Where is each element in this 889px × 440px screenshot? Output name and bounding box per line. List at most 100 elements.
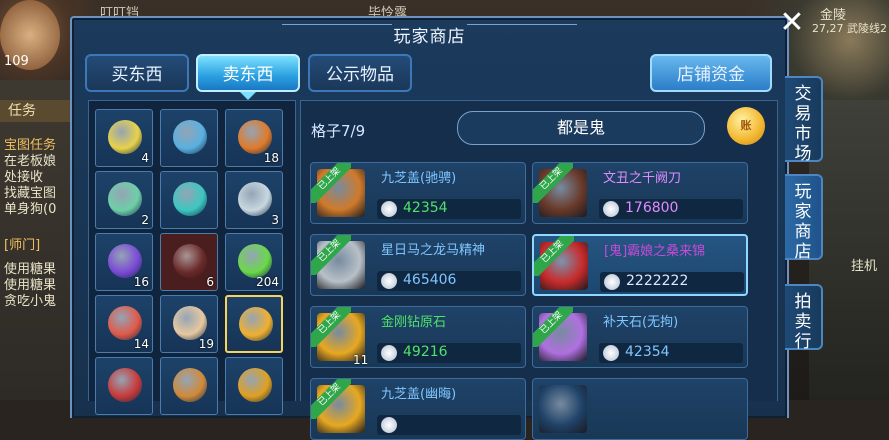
shop-item-card[interactable]: 已上架 九芝盖(驰骋) 42354 bbox=[310, 162, 526, 224]
listed-ribbon-label: 已上架 bbox=[311, 163, 351, 203]
close-icon[interactable]: ✕ bbox=[775, 6, 809, 40]
location-coords: 27,27 武陵线2 bbox=[812, 22, 887, 35]
silver-coin-icon bbox=[604, 274, 620, 290]
item-icon bbox=[238, 182, 272, 216]
inventory-slot[interactable]: 16 bbox=[95, 233, 153, 291]
item-count: 2 bbox=[141, 213, 149, 227]
tab-sell[interactable]: 卖东西 bbox=[196, 54, 300, 92]
price-bar bbox=[377, 415, 521, 435]
ledger-coin-icon[interactable]: 账 bbox=[727, 107, 765, 145]
tab-buy[interactable]: 买东西 bbox=[85, 54, 189, 92]
item-price: 49216 bbox=[403, 344, 448, 360]
item-name: 星日马之龙马精神 bbox=[381, 243, 486, 258]
inventory-slot[interactable] bbox=[225, 295, 283, 353]
inventory-slot[interactable]: 6 bbox=[160, 233, 218, 291]
listed-ribbon: 已上架 bbox=[311, 379, 351, 419]
item-price: 465406 bbox=[403, 272, 457, 288]
quest-panel: 任务 宝图任务 在老板娘 处接收 找藏宝图 单身狗(0 [师门] 使用糖果 使用… bbox=[0, 80, 70, 400]
listed-ribbon: 已上架 bbox=[533, 307, 573, 347]
listed-ribbon: 已上架 bbox=[533, 163, 573, 203]
shop-name-field[interactable]: 都是鬼 bbox=[457, 111, 705, 145]
item-icon bbox=[108, 120, 142, 154]
inventory-slot[interactable] bbox=[225, 357, 283, 415]
item-count: 6 bbox=[206, 275, 214, 289]
inventory-slot[interactable]: 4 bbox=[95, 109, 153, 167]
item-icon bbox=[173, 368, 207, 402]
quest-tab[interactable]: 任务 bbox=[0, 100, 70, 122]
side-tab-label: 交易市场 bbox=[794, 84, 812, 164]
item-icon bbox=[108, 244, 142, 278]
item-icon bbox=[238, 368, 272, 402]
inventory-grid: 4 18 2 3 16 6 204 14 19 bbox=[88, 100, 296, 415]
listed-ribbon-label: 已上架 bbox=[533, 307, 573, 347]
item-count: 4 bbox=[141, 151, 149, 165]
side-tab-trade-market[interactable]: 交易市场 bbox=[785, 76, 823, 164]
item-name: 九芝盖(驰骋) bbox=[381, 171, 457, 186]
shop-item-card[interactable]: 已上架 文丑之千阙刀 176800 bbox=[532, 162, 748, 224]
price-bar: 42354 bbox=[599, 343, 743, 363]
shop-funds-button[interactable]: 店铺资金 bbox=[650, 54, 772, 92]
item-count: 14 bbox=[133, 337, 149, 351]
item-name: 文丑之千阙刀 bbox=[603, 171, 682, 186]
panel-title: 玩家商店 bbox=[393, 27, 466, 47]
shop-item-card[interactable]: 已上架 11 金刚钻原石 49216 bbox=[310, 306, 526, 368]
item-icon bbox=[108, 368, 142, 402]
price-bar: 2222222 bbox=[600, 272, 744, 292]
item-icon bbox=[173, 306, 207, 340]
inventory-slot[interactable]: 2 bbox=[95, 171, 153, 229]
item-name: 金刚钻原石 bbox=[381, 315, 447, 330]
inventory-slot[interactable]: 3 bbox=[225, 171, 283, 229]
item-price: 176800 bbox=[625, 200, 679, 216]
quest-line: 处接收 bbox=[4, 170, 44, 185]
silver-coin-icon bbox=[381, 417, 397, 433]
quest-line: 找藏宝图 bbox=[4, 186, 57, 201]
auto-battle-label: 挂机 bbox=[851, 259, 878, 274]
item-icon bbox=[238, 120, 272, 154]
listed-ribbon: 已上架 bbox=[534, 236, 574, 276]
item-icon bbox=[238, 244, 272, 278]
shop-item-card[interactable]: 已上架 星日马之龙马精神 465406 bbox=[310, 234, 526, 296]
inventory-slot[interactable] bbox=[160, 171, 218, 229]
inventory-slot[interactable]: 204 bbox=[225, 233, 283, 291]
side-tab-player-shop[interactable]: 玩家商店 bbox=[785, 174, 823, 262]
item-count: 204 bbox=[256, 275, 279, 289]
quest-line: 使用糖果 bbox=[4, 278, 57, 293]
price-bar: 176800 bbox=[599, 199, 743, 219]
shop-item-card[interactable]: 已上架 补天石(无拘) 42354 bbox=[532, 306, 748, 368]
inventory-slot[interactable] bbox=[160, 109, 218, 167]
quest-line: 宝图任务 bbox=[4, 138, 57, 153]
silver-coin-icon bbox=[603, 345, 619, 361]
inventory-slot[interactable]: 18 bbox=[225, 109, 283, 167]
silver-coin-icon bbox=[603, 201, 619, 217]
inventory-slot[interactable]: 19 bbox=[160, 295, 218, 353]
quest-line: 贪吃小鬼 bbox=[4, 294, 57, 309]
item-count: 3 bbox=[271, 213, 279, 227]
inventory-slot[interactable] bbox=[160, 357, 218, 415]
quest-line: 单身狗(0 bbox=[4, 202, 57, 217]
side-tab-auction[interactable]: 拍卖行 bbox=[785, 284, 823, 352]
item-name: [鬼]霸娘之桑来锦 bbox=[604, 244, 706, 259]
active-tab-pointer bbox=[240, 92, 256, 100]
shop-item-card[interactable]: 已上架 九芝盖(幽晦) bbox=[310, 378, 526, 440]
price-bar: 49216 bbox=[377, 343, 521, 363]
item-icon bbox=[108, 306, 142, 340]
shop-item-card[interactable] bbox=[532, 378, 748, 440]
inventory-slot[interactable]: 14 bbox=[95, 295, 153, 353]
item-count: 16 bbox=[133, 275, 149, 289]
quest-line: [师门] bbox=[4, 238, 41, 253]
item-icon bbox=[173, 244, 207, 278]
price-bar: 42354 bbox=[377, 199, 521, 219]
item-price: 2222222 bbox=[626, 273, 689, 289]
item-price: 42354 bbox=[403, 200, 448, 216]
listed-ribbon: 已上架 bbox=[311, 235, 351, 275]
tab-public-items[interactable]: 公示物品 bbox=[308, 54, 412, 92]
listed-ribbon-label: 已上架 bbox=[311, 379, 351, 419]
inventory-slot[interactable] bbox=[95, 357, 153, 415]
item-price: 42354 bbox=[625, 344, 670, 360]
item-name: 补天石(无拘) bbox=[603, 315, 679, 330]
listed-ribbon-label: 已上架 bbox=[534, 236, 574, 276]
item-icon bbox=[173, 182, 207, 216]
listed-ribbon-label: 已上架 bbox=[533, 163, 573, 203]
shop-item-card[interactable]: 已上架 [鬼]霸娘之桑来锦 2222222 bbox=[532, 234, 748, 296]
price-bar: 465406 bbox=[377, 271, 521, 291]
